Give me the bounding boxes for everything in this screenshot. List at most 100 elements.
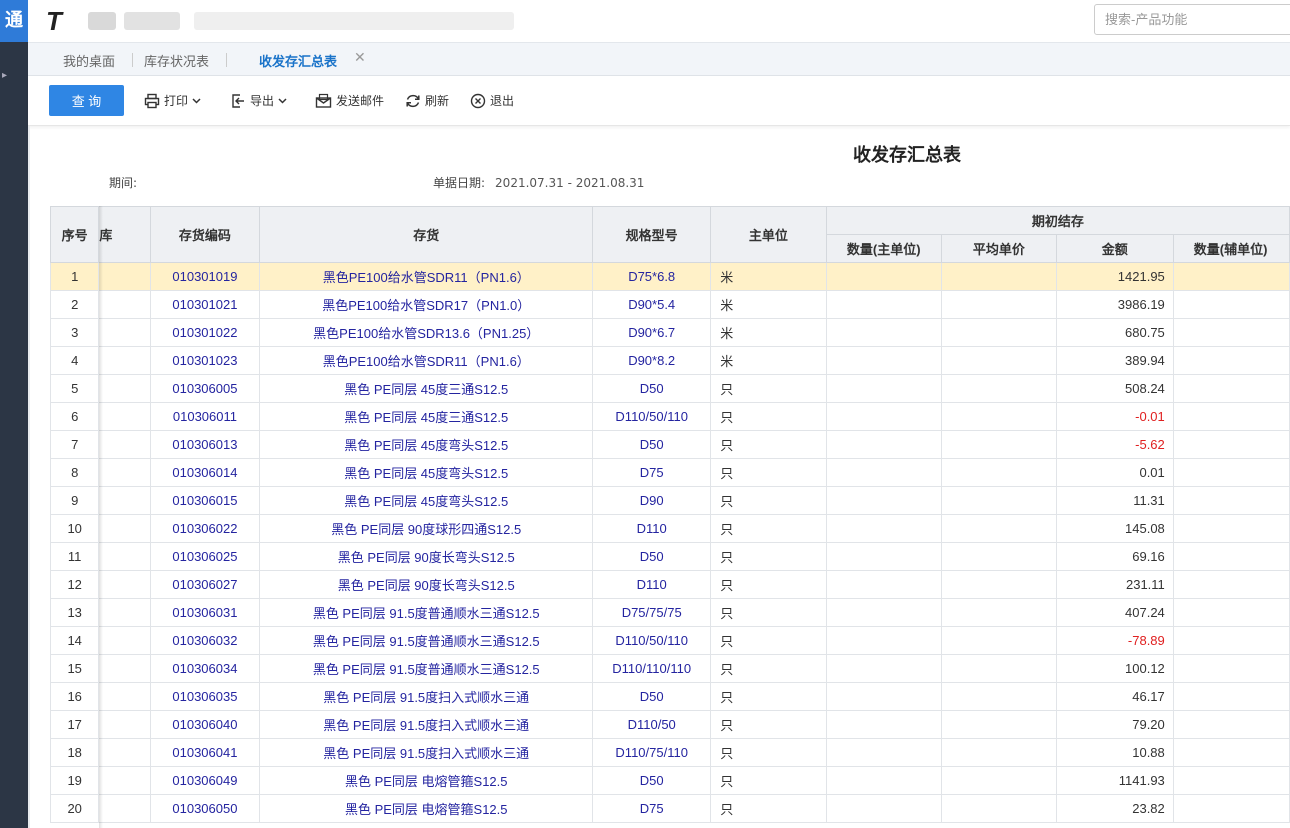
row-unit: 只 [710, 402, 827, 431]
row-item-name: 黑色 PE同层 90度长弯头S12.5 [259, 542, 594, 571]
row-item-name: 黑色PE100给水管SDR11（PN1.6） [259, 346, 594, 375]
row-index: 2 [50, 290, 100, 319]
table-row[interactable]: 8 010306014 黑色 PE同层 45度弯头S12.5 D75 只 0.01 [50, 458, 1290, 487]
row-amount: -0.01 [1055, 402, 1174, 431]
row-code: 010306041 [149, 738, 261, 767]
table-row[interactable]: 4 010301023 黑色PE100给水管SDR11（PN1.6） D90*8.2 米… [50, 346, 1290, 375]
row-qty-aux [1172, 290, 1290, 319]
exit-button[interactable]: 退出 [470, 92, 514, 109]
summary-table: 序号 库 存货编码 存货 规格型号 主单位 期初结存 数量(主单位) 平均单价 … [50, 206, 1290, 823]
row-item-name: 黑色 PE同层 91.5度扫入式顺水三通 [259, 738, 594, 767]
send-email-button[interactable]: 发送邮件 [315, 92, 384, 109]
close-icon[interactable]: ✕ [354, 50, 366, 66]
row-frozen-cell [98, 626, 151, 655]
table-row[interactable]: 3 010301022 黑色PE100给水管SDR13.6（PN1.25） D90*6… [50, 318, 1290, 347]
row-qty-aux [1172, 654, 1290, 683]
table-row[interactable]: 5 010306005 黑色 PE同层 45度三通S12.5 D50 只 508.24 [50, 374, 1290, 403]
send-email-label: 发送邮件 [336, 94, 385, 108]
row-index: 6 [50, 402, 100, 431]
row-spec: D110/50 [592, 710, 712, 739]
row-item-name: 黑色 PE同层 电熔管箍S12.5 [259, 766, 594, 795]
row-item-name: 黑色PE100给水管SDR17（PN1.0） [259, 290, 594, 319]
tab-divider [226, 53, 227, 67]
row-qty-main [825, 626, 942, 655]
row-qty-aux [1172, 766, 1290, 795]
document-date: 单据日期: 2021.07.31 - 2021.08.31 [433, 174, 644, 191]
row-code: 010306015 [149, 486, 261, 515]
row-avg-price [940, 654, 1057, 683]
table-row[interactable]: 16 010306035 黑色 PE同层 91.5度扫入式顺水三通 D50 只 46.17 [50, 682, 1290, 711]
table-row[interactable]: 13 010306031 黑色 PE同层 91.5度普通顺水三通S12.5 D75/7… [50, 598, 1290, 627]
sidebar-logo[interactable]: 通 [0, 0, 28, 42]
header-qty-aux[interactable]: 数量(辅单位) [1172, 234, 1290, 263]
table-row[interactable]: 10 010306022 黑色 PE同层 90度球形四通S12.5 D110 只 145.… [50, 514, 1290, 543]
row-avg-price [940, 402, 1057, 431]
row-frozen-cell [98, 458, 151, 487]
query-button[interactable]: 查 询 [49, 85, 124, 116]
row-qty-main [825, 262, 942, 291]
table-row[interactable]: 20 010306050 黑色 PE同层 电熔管箍S12.5 D75 只 23.82 [50, 794, 1290, 823]
header-index[interactable]: 序号 [50, 206, 100, 263]
summary-table-container[interactable]: 序号 库 存货编码 存货 规格型号 主单位 期初结存 数量(主单位) 平均单价 … [50, 206, 1290, 828]
row-index: 11 [50, 542, 100, 571]
row-amount: 23.82 [1055, 794, 1174, 823]
row-frozen-cell [98, 570, 151, 599]
row-qty-aux [1172, 542, 1290, 571]
row-frozen-cell [98, 430, 151, 459]
search-input[interactable] [1094, 4, 1290, 35]
row-avg-price [940, 374, 1057, 403]
row-amount: 0.01 [1055, 458, 1174, 487]
row-qty-aux [1172, 486, 1290, 515]
row-index: 17 [50, 710, 100, 739]
table-row[interactable]: 19 010306049 黑色 PE同层 电熔管箍S12.5 D50 只 1141.93 [50, 766, 1290, 795]
header-code[interactable]: 存货编码 [149, 206, 261, 263]
table-row[interactable]: 7 010306013 黑色 PE同层 45度弯头S12.5 D50 只 -5.62 [50, 430, 1290, 459]
row-frozen-cell [98, 374, 151, 403]
table-row[interactable]: 12 010306027 黑色 PE同层 90度长弯头S12.5 D110 只 231.1… [50, 570, 1290, 599]
document-date-value: 2021.07.31 - 2021.08.31 [495, 176, 645, 190]
row-frozen-cell [98, 794, 151, 823]
tab-my-desktop[interactable]: 我的桌面 [63, 51, 115, 70]
row-qty-aux [1172, 402, 1290, 431]
row-code: 010306025 [149, 542, 261, 571]
header-amount[interactable]: 金额 [1055, 234, 1174, 263]
tab-inventory-status[interactable]: 库存状况表 [144, 51, 209, 70]
row-unit: 只 [710, 710, 827, 739]
table-row[interactable]: 11 010306025 黑色 PE同层 90度长弯头S12.5 D50 只 69.16 [50, 542, 1290, 571]
table-row[interactable]: 1 010301019 黑色PE100给水管SDR11（PN1.6） D75*6.8 米… [50, 262, 1290, 291]
table-row[interactable]: 15 010306034 黑色 PE同层 91.5度普通顺水三通S12.5 D110/… [50, 654, 1290, 683]
row-amount: 3986.19 [1055, 290, 1174, 319]
row-unit: 只 [710, 374, 827, 403]
toolbar: 查 询 打印 导出 发送邮件 刷新 退出 [28, 76, 1290, 126]
row-item-name: 黑色 PE同层 45度三通S12.5 [259, 374, 594, 403]
row-qty-aux [1172, 570, 1290, 599]
row-amount: 1141.93 [1055, 766, 1174, 795]
header-unit[interactable]: 主单位 [710, 206, 827, 263]
row-frozen-cell [98, 346, 151, 375]
print-button[interactable]: 打印 [144, 92, 201, 109]
row-item-name: 黑色 PE同层 45度弯头S12.5 [259, 486, 594, 515]
header-item[interactable]: 存货 [259, 206, 594, 263]
header-qty-main[interactable]: 数量(主单位) [825, 234, 942, 263]
table-row[interactable]: 6 010306011 黑色 PE同层 45度三通S12.5 D110/50/110 只… [50, 402, 1290, 431]
table-row[interactable]: 18 010306041 黑色 PE同层 91.5度扫入式顺水三通 D110/75/1… [50, 738, 1290, 767]
table-row[interactable]: 2 010301021 黑色PE100给水管SDR17（PN1.0） D90*5.4 米… [50, 290, 1290, 319]
table-row[interactable]: 14 010306032 黑色 PE同层 91.5度普通顺水三通S12.5 D110/… [50, 626, 1290, 655]
row-code: 010301019 [149, 262, 261, 291]
row-qty-aux [1172, 458, 1290, 487]
header-frozen-partial[interactable]: 库 [98, 206, 151, 263]
header-spec[interactable]: 规格型号 [592, 206, 712, 263]
export-button[interactable]: 导出 [230, 92, 287, 109]
row-qty-main [825, 598, 942, 627]
row-item-name: 黑色PE100给水管SDR13.6（PN1.25） [259, 318, 594, 347]
header-avg-price[interactable]: 平均单价 [940, 234, 1057, 263]
print-label: 打印 [164, 94, 189, 108]
tab-bar: 我的桌面 库存状况表 收发存汇总表 ✕ [28, 42, 1290, 78]
row-code: 010306035 [149, 682, 261, 711]
table-row[interactable]: 9 010306015 黑色 PE同层 45度弯头S12.5 D90 只 11.31 [50, 486, 1290, 515]
table-row[interactable]: 17 010306040 黑色 PE同层 91.5度扫入式顺水三通 D110/50 只 7… [50, 710, 1290, 739]
refresh-button[interactable]: 刷新 [405, 92, 449, 109]
row-avg-price [940, 514, 1057, 543]
tab-stock-summary[interactable]: 收发存汇总表 [248, 51, 346, 78]
row-unit: 只 [710, 514, 827, 543]
